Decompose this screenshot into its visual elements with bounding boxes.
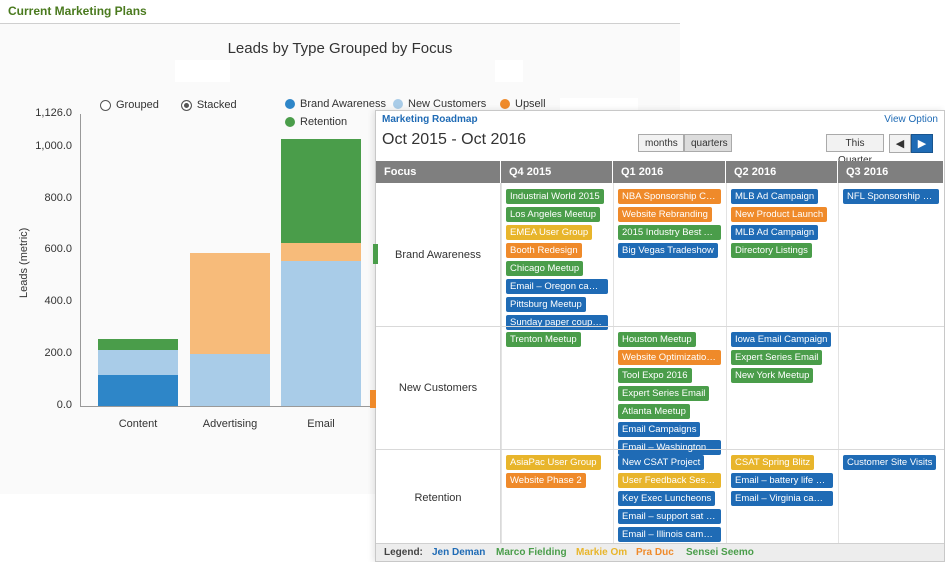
marketing-roadmap-panel: Marketing Roadmap View Option Oct 2015 -… xyxy=(375,110,945,562)
y-axis-label: Leads (metric) xyxy=(18,227,30,298)
roadmap-task[interactable]: Customer Site Visits xyxy=(843,455,937,470)
roadmap-task[interactable]: Los Angeles Meetup xyxy=(506,207,601,222)
roadmap-task[interactable]: Trenton Meetup xyxy=(506,332,581,347)
bar-segment[interactable] xyxy=(281,260,361,406)
roadmap-header: Oct 2015 - Oct 2016 months quarters This… xyxy=(376,131,944,166)
y-axis-tick: 400.0 xyxy=(44,295,72,308)
roadmap-legend-bar: Legend: Jen Deman Marco Fielding Markie Om… xyxy=(376,543,944,561)
date-range-label: Oct 2015 - Oct 2016 xyxy=(382,131,527,148)
roadmap-task[interactable]: Website Optimization Bac... xyxy=(618,350,721,365)
column-separator xyxy=(501,183,502,546)
page-header: Current Marketing Plans xyxy=(0,0,680,24)
row-label-brand-awareness: Brand Awareness xyxy=(376,183,501,326)
bar-segment[interactable] xyxy=(98,374,178,406)
roadmap-task[interactable]: Tool Expo 2016 xyxy=(618,368,692,383)
bar-segment[interactable] xyxy=(98,338,178,351)
roadmap-task[interactable]: Email – support sat survey xyxy=(618,509,721,524)
chart-bar-edge-upsell xyxy=(370,390,376,408)
roadmap-task[interactable]: Chicago Meetup xyxy=(506,261,584,276)
roadmap-task[interactable]: Atlanta Meetup xyxy=(618,404,690,419)
row-separator xyxy=(376,326,944,327)
legend-person-markie-om[interactable]: Markie Om xyxy=(576,547,627,558)
roadmap-task[interactable]: Directory Listings xyxy=(731,243,812,258)
roadmap-task[interactable]: NBA Sponsorship Campa... xyxy=(618,189,721,204)
page-title: Current Marketing Plans xyxy=(8,4,147,18)
column-separator xyxy=(726,183,727,546)
roadmap-task[interactable]: Key Exec Luncheons xyxy=(618,491,716,506)
column-header-q4-2015[interactable]: Q4 2015 xyxy=(501,161,613,183)
row-separator xyxy=(376,449,944,450)
roadmap-task[interactable]: Industrial World 2015 xyxy=(506,189,604,204)
roadmap-task[interactable]: 2015 Industry Best Awards xyxy=(618,225,721,240)
breadcrumb[interactable]: Marketing Roadmap xyxy=(382,114,478,125)
roadmap-task[interactable]: Houston Meetup xyxy=(618,332,696,347)
roadmap-task[interactable]: Email – battery life survey xyxy=(731,473,833,488)
y-axis-tick: 1,000.0 xyxy=(35,139,72,152)
bar-segment[interactable] xyxy=(98,350,178,375)
x-axis-tick: Email xyxy=(307,418,335,430)
bar-segment[interactable] xyxy=(190,354,270,406)
next-period-button[interactable]: ▶ xyxy=(911,134,933,153)
roadmap-task[interactable]: Website Rebranding xyxy=(618,207,712,222)
bar-segment[interactable] xyxy=(281,242,361,261)
y-axis-tick: 200.0 xyxy=(44,347,72,360)
roadmap-task[interactable]: MLB Ad Campaign xyxy=(731,189,819,204)
column-separator xyxy=(613,183,614,546)
legend-person-pra-duc[interactable]: Pra Duc xyxy=(636,547,674,558)
roadmap-task[interactable]: Email – Virginia campaign xyxy=(731,491,833,506)
legend-person-jen-deman[interactable]: Jen Deman xyxy=(432,547,485,558)
roadmap-task[interactable]: Booth Redesign xyxy=(506,243,582,258)
roadmap-task[interactable]: Email – Washington cam... xyxy=(618,440,721,455)
roadmap-task[interactable]: EMEA User Group xyxy=(506,225,593,240)
roadmap-task[interactable]: Pittsburg Meetup xyxy=(506,297,586,312)
roadmap-task[interactable]: New Product Launch xyxy=(731,207,828,222)
legend-person-marco-fielding[interactable]: Marco Fielding xyxy=(496,547,567,558)
roadmap-task[interactable]: Iowa Email Campaign xyxy=(731,332,832,347)
view-option-link[interactable]: View Option xyxy=(884,114,938,125)
roadmap-task[interactable]: Website Phase 2 xyxy=(506,473,586,488)
y-axis-tick: 800.0 xyxy=(44,191,72,204)
roadmap-task[interactable]: Expert Series Email xyxy=(731,350,823,365)
column-header-focus[interactable]: Focus xyxy=(376,161,501,183)
roadmap-task[interactable]: New CSAT Project xyxy=(618,455,705,470)
roadmap-topbar: Marketing Roadmap View Option xyxy=(376,111,944,129)
roadmap-task[interactable]: Email – Oregon campaign xyxy=(506,279,608,294)
row-label-retention: Retention xyxy=(376,449,501,546)
column-header-q2-2016[interactable]: Q2 2016 xyxy=(726,161,838,183)
roadmap-task[interactable]: Big Vegas Tradeshow xyxy=(618,243,718,258)
x-axis-tick: Content xyxy=(118,418,158,430)
column-separator xyxy=(838,183,839,546)
scale-button-quarters[interactable]: quarters xyxy=(684,134,732,152)
legend-label: Legend: xyxy=(384,547,423,558)
roadmap-grid: Focus Q4 2015 Q1 2016 Q2 2016 Q3 2016 Brand A… xyxy=(376,161,944,546)
y-axis-tick: 600.0 xyxy=(44,243,72,256)
y-axis-tick: 1,126.0 xyxy=(35,107,72,119)
legend-person-sensei-seemo[interactable]: Sensei Seemo xyxy=(686,547,754,558)
prev-period-button[interactable]: ◀ xyxy=(889,134,911,153)
this-quarter-button[interactable]: This Quarter xyxy=(826,134,884,166)
row-label-new-customers: New Customers xyxy=(376,326,501,449)
roadmap-task[interactable]: CSAT Spring Blitz xyxy=(731,455,815,470)
roadmap-task[interactable]: User Feedback Sessions xyxy=(618,473,721,488)
bar-segment[interactable] xyxy=(190,252,270,355)
roadmap-task[interactable]: Email – Illinois campaign xyxy=(618,527,721,542)
bar-segment[interactable] xyxy=(281,138,361,243)
roadmap-task[interactable]: Expert Series Email xyxy=(618,386,710,401)
x-axis-tick: Advertising xyxy=(202,418,258,430)
column-header-q3-2016[interactable]: Q3 2016 xyxy=(838,161,944,183)
roadmap-task[interactable]: New York Meetup xyxy=(731,368,814,383)
y-axis-tick: 0.0 xyxy=(56,399,72,411)
roadmap-task[interactable]: AsiaPac User Group xyxy=(506,455,601,470)
roadmap-task[interactable]: Sunday paper coupons xyxy=(506,315,608,330)
roadmap-task[interactable]: NFL Sponsorship Campa... xyxy=(843,189,939,204)
roadmap-task[interactable]: MLB Ad Campaign xyxy=(731,225,819,240)
roadmap-task[interactable]: Email Campaigns xyxy=(618,422,701,437)
chart-bar-edge-retention xyxy=(373,244,378,264)
scale-button-months[interactable]: months xyxy=(638,134,684,152)
column-header-q1-2016[interactable]: Q1 2016 xyxy=(613,161,726,183)
y-axis-line xyxy=(80,114,81,406)
